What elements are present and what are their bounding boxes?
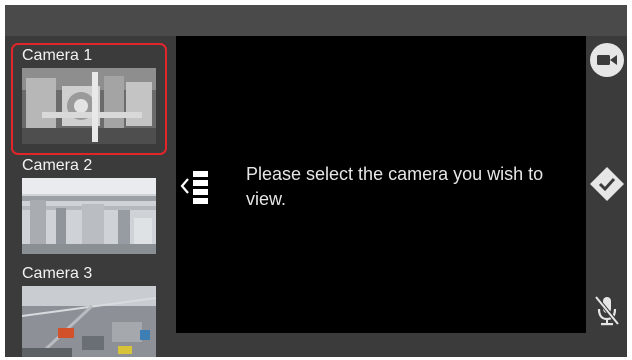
collapse-panel-button[interactable]: [178, 165, 212, 207]
bottom-strip: [176, 333, 586, 357]
camera-item-3[interactable]: Camera 3: [11, 265, 167, 357]
video-camera-icon: [590, 43, 624, 77]
top-bar: [5, 5, 627, 36]
diamond-check-button[interactable]: [589, 166, 625, 202]
app-screen: Camera 1 Camera 2 Camera 3 Please select…: [5, 5, 627, 357]
diamond-check-icon: [590, 167, 624, 201]
video-button[interactable]: [589, 42, 625, 78]
select-camera-message: Please select the camera you wish to vie…: [246, 164, 544, 209]
video-viewport: Please select the camera you wish to vie…: [176, 36, 586, 333]
camera-thumbnail: [22, 286, 156, 357]
camera-list: Camera 1 Camera 2 Camera 3: [5, 36, 176, 357]
camera-label: Camera 3: [22, 265, 93, 282]
camera-item-2[interactable]: Camera 2: [11, 157, 167, 254]
camera-thumbnail: [22, 178, 156, 254]
right-toolbar: [586, 36, 627, 357]
camera-item-1[interactable]: Camera 1: [11, 43, 167, 155]
camera-label: Camera 1: [22, 47, 93, 64]
mute-microphone-button[interactable]: [589, 292, 625, 328]
camera-label: Camera 2: [22, 157, 93, 174]
camera-thumbnail: [22, 68, 156, 144]
collapse-panel-icon: [180, 171, 208, 204]
microphone-muted-icon: [594, 295, 620, 326]
